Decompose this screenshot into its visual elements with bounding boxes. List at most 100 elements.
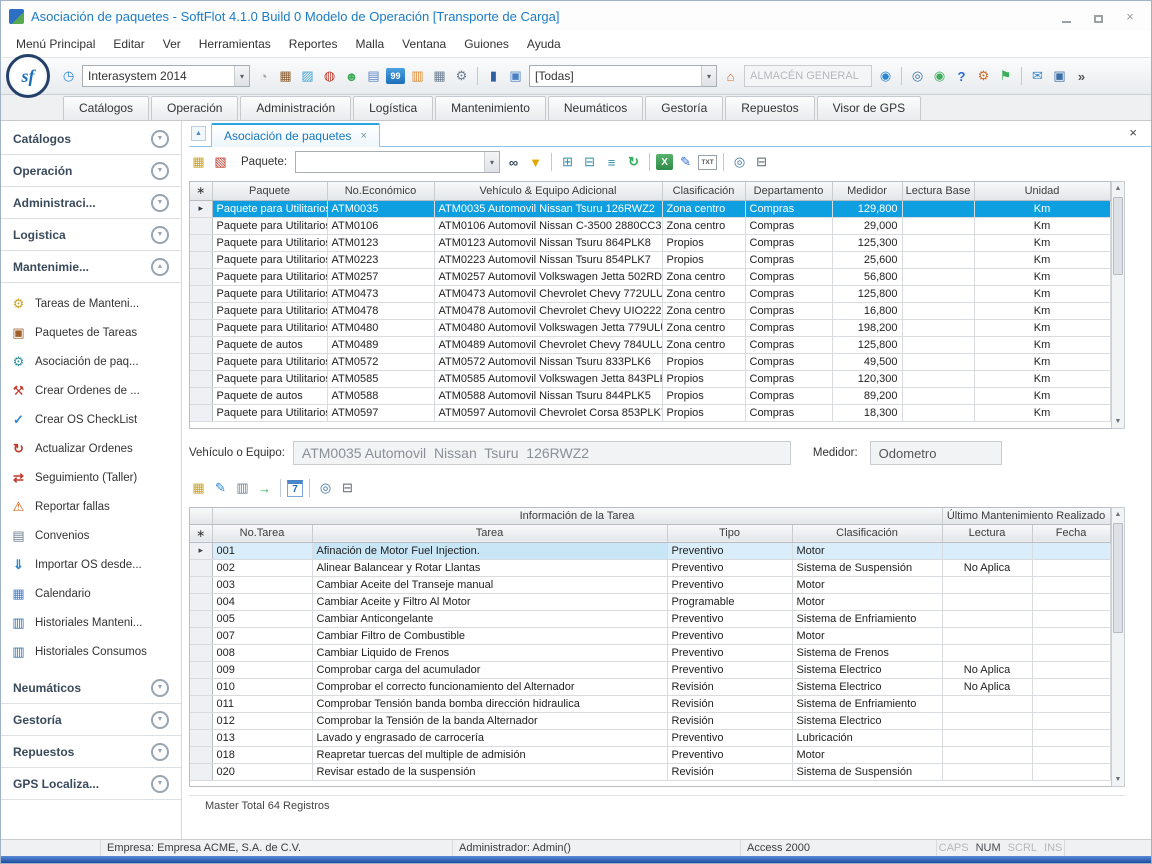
sidebar-section-catalogos[interactable]: Catálogos▼ (1, 123, 181, 155)
column-header-paquete[interactable]: Paquete (212, 182, 327, 200)
table-row[interactable]: Paquete para UtilitariosATM0223ATM0223 A… (190, 251, 1110, 268)
window-icon[interactable]: ▣ (506, 67, 525, 86)
sidebar-item-historiales-consumos[interactable]: ▥Historiales Consumos (1, 637, 181, 666)
sidebar-section-gestoria[interactable]: Gestoría▼ (1, 704, 181, 736)
excel-icon[interactable]: X (656, 154, 673, 170)
table-row[interactable]: 013Lavado y engrasado de carroceríaPreve… (190, 729, 1110, 746)
sidebar-section-administraci[interactable]: Administraci...▼ (1, 187, 181, 219)
table-row[interactable]: Paquete para UtilitariosATM0597ATM0597 A… (190, 404, 1110, 421)
sidebar-item-paquetes-de-tareas[interactable]: ▣Paquetes de Tareas (1, 318, 181, 347)
scroll-up-icon[interactable]: ▲ (1112, 182, 1124, 195)
scrollbar-track[interactable] (1112, 195, 1124, 415)
almacen-field[interactable]: ALMACÉN GENERAL (744, 65, 872, 87)
table-row[interactable]: ▸001Afinación de Motor Fuel Injection.Pr… (190, 542, 1110, 559)
home-icon[interactable]: ⌂ (721, 67, 740, 86)
table-row[interactable]: ▸Paquete para UtilitariosATM0035ATM0035 … (190, 200, 1110, 217)
tab-asociacion-de-paquetes[interactable]: Asociación de paquetes × (211, 123, 380, 147)
sidebar-item-calendario[interactable]: ▦Calendario (1, 579, 181, 608)
menu-ver[interactable]: Ver (154, 34, 190, 54)
table-row[interactable]: Paquete para UtilitariosATM0480ATM0480 A… (190, 319, 1110, 336)
vertical-scrollbar[interactable]: ▲ ▼ (1111, 507, 1125, 787)
help-icon[interactable]: ? (952, 67, 971, 86)
filter-icon[interactable]: ▼ (526, 153, 545, 172)
sidebar-section-mantenimie[interactable]: Mantenimie...▲ (1, 251, 181, 283)
menu-menu-principal[interactable]: Menú Principal (7, 34, 104, 54)
table-row[interactable]: Paquete para UtilitariosATM0478ATM0478 A… (190, 302, 1110, 319)
close-tab-icon[interactable]: × (360, 130, 366, 142)
chevron-down-circle-icon[interactable]: ▼ (151, 130, 169, 148)
module-tab-neumaticos[interactable]: Neumáticos (548, 96, 643, 120)
overflow-icon[interactable]: » (1072, 67, 1091, 86)
sidebar-section-operacion[interactable]: Operación▼ (1, 155, 181, 187)
column-header-tarea[interactable]: Tarea (312, 524, 667, 542)
table-row[interactable]: 018Reapretar tuercas del multiple de adm… (190, 746, 1110, 763)
sidebar-item-actualizar-ordenes[interactable]: ↻Actualizar Ordenes (1, 434, 181, 463)
sidebar-item-crear-ordenes-de[interactable]: ⚒Crear Ordenes de ... (1, 376, 181, 405)
vehiculo-field[interactable]: ATM0035 Automovil Nissan Tsuru 126RWZ2 (293, 441, 791, 465)
sidebar-section-logistica[interactable]: Logistica▼ (1, 219, 181, 251)
sidebar-item-reportar-fallas[interactable]: ⚠Reportar fallas (1, 492, 181, 521)
vertical-scrollbar[interactable]: ▲ ▼ (1111, 181, 1125, 429)
column-header-medidor[interactable]: Medidor (832, 182, 902, 200)
module-tab-operacion[interactable]: Operación (151, 96, 238, 120)
table-row[interactable]: 003Cambiar Aceite del Transeje manualPre… (190, 576, 1110, 593)
table-row[interactable]: Paquete de autosATM0588ATM0588 Automovil… (190, 387, 1110, 404)
chevron-down-circle-icon[interactable]: ▼ (151, 194, 169, 212)
column-header-no-tarea[interactable]: No.Tarea (212, 524, 312, 542)
binoculars-icon[interactable]: ∞ (504, 153, 523, 172)
paquete-combo[interactable]: ▾ (295, 151, 500, 173)
chevron-down-icon[interactable]: ▾ (234, 66, 249, 86)
tree-levels-icon[interactable]: ≡ (602, 153, 621, 172)
book-icon[interactable]: ▮ (484, 67, 503, 86)
edit-icon[interactable]: ✎ (211, 479, 230, 498)
column-header-unidad[interactable]: Unidad (974, 182, 1110, 200)
chevron-down-circle-icon[interactable]: ▼ (151, 711, 169, 729)
find-grid-icon[interactable]: ▦ (189, 153, 208, 172)
badge-99-icon[interactable]: 99 (386, 68, 405, 84)
column-header-lectura[interactable]: Lectura (942, 524, 1032, 542)
grid-icon[interactable]: ▦ (430, 67, 449, 86)
table-row[interactable]: 004Cambiar Aceite y Filtro Al MotorProgr… (190, 593, 1110, 610)
module-tab-gestoria[interactable]: Gestoría (645, 96, 723, 120)
chevron-down-circle-icon[interactable]: ▼ (151, 226, 169, 244)
table-row[interactable]: Paquete para UtilitariosATM0123ATM0123 A… (190, 234, 1110, 251)
scrollbar-thumb[interactable] (1113, 197, 1123, 275)
sidebar-item-convenios[interactable]: ▤Convenios (1, 521, 181, 550)
column-header-vehiculo-equipo-adicional[interactable]: Vehículo & Equipo Adicional (434, 182, 662, 200)
web-icon[interactable]: ◍ (320, 67, 339, 86)
building-icon[interactable]: ▦ (276, 67, 295, 86)
tree-expand-icon[interactable]: ⊞ (558, 153, 577, 172)
tree-collapse-icon[interactable]: ⊟ (580, 153, 599, 172)
globe-add-icon[interactable]: ◉ (930, 67, 949, 86)
sidebar-item-importar-os-desde[interactable]: ⇓Importar OS desde... (1, 550, 181, 579)
notes-icon[interactable]: ▥ (408, 67, 427, 86)
desktop-icon[interactable]: ▣ (1050, 67, 1069, 86)
sidebar-item-crear-os-checklist[interactable]: ✓Crear OS CheckList (1, 405, 181, 434)
chevron-down-circle-icon[interactable]: ▼ (151, 162, 169, 180)
column-header-fecha[interactable]: Fecha (1032, 524, 1110, 542)
print-icon[interactable]: ⊟ (752, 153, 771, 172)
table-row[interactable]: 010Comprobar el correcto funcionamiento … (190, 678, 1110, 695)
chevron-down-icon[interactable]: ▾ (484, 152, 499, 172)
calendar7-icon[interactable]: 7 (287, 480, 303, 497)
find-grid-icon[interactable]: ▦ (189, 479, 208, 498)
column-header-departamento[interactable]: Departamento (745, 182, 832, 200)
column-header-lectura-base[interactable]: Lectura Base (902, 182, 974, 200)
table-row[interactable]: 012Comprobar la Tensión de la banda Alte… (190, 712, 1110, 729)
chevron-up-circle-icon[interactable]: ▲ (151, 258, 169, 276)
export-icon[interactable]: → (255, 479, 274, 498)
menu-malla[interactable]: Malla (346, 34, 393, 54)
card-icon[interactable]: ▥ (233, 479, 252, 498)
report-icon[interactable]: ✎ (676, 153, 695, 172)
table-row[interactable]: 009Comprobar carga del acumuladorPrevent… (190, 661, 1110, 678)
chevron-down-circle-icon[interactable]: ▼ (151, 743, 169, 761)
gear-icon[interactable]: ⚙ (452, 67, 471, 86)
filter-edit-icon[interactable]: ▧ (211, 153, 230, 172)
module-tab-logistica[interactable]: Logística (353, 96, 433, 120)
table-row[interactable]: 007Cambiar Filtro de CombustiblePreventi… (190, 627, 1110, 644)
close-document-button[interactable]: × (1129, 125, 1137, 140)
table-row[interactable]: 020Revisar estado de la suspensiónRevisi… (190, 763, 1110, 780)
todas-combo[interactable]: [Todas] ▾ (529, 65, 717, 87)
module-tab-mantenimiento[interactable]: Mantenimiento (435, 96, 546, 120)
table-row[interactable]: Paquete para UtilitariosATM0257ATM0257 A… (190, 268, 1110, 285)
